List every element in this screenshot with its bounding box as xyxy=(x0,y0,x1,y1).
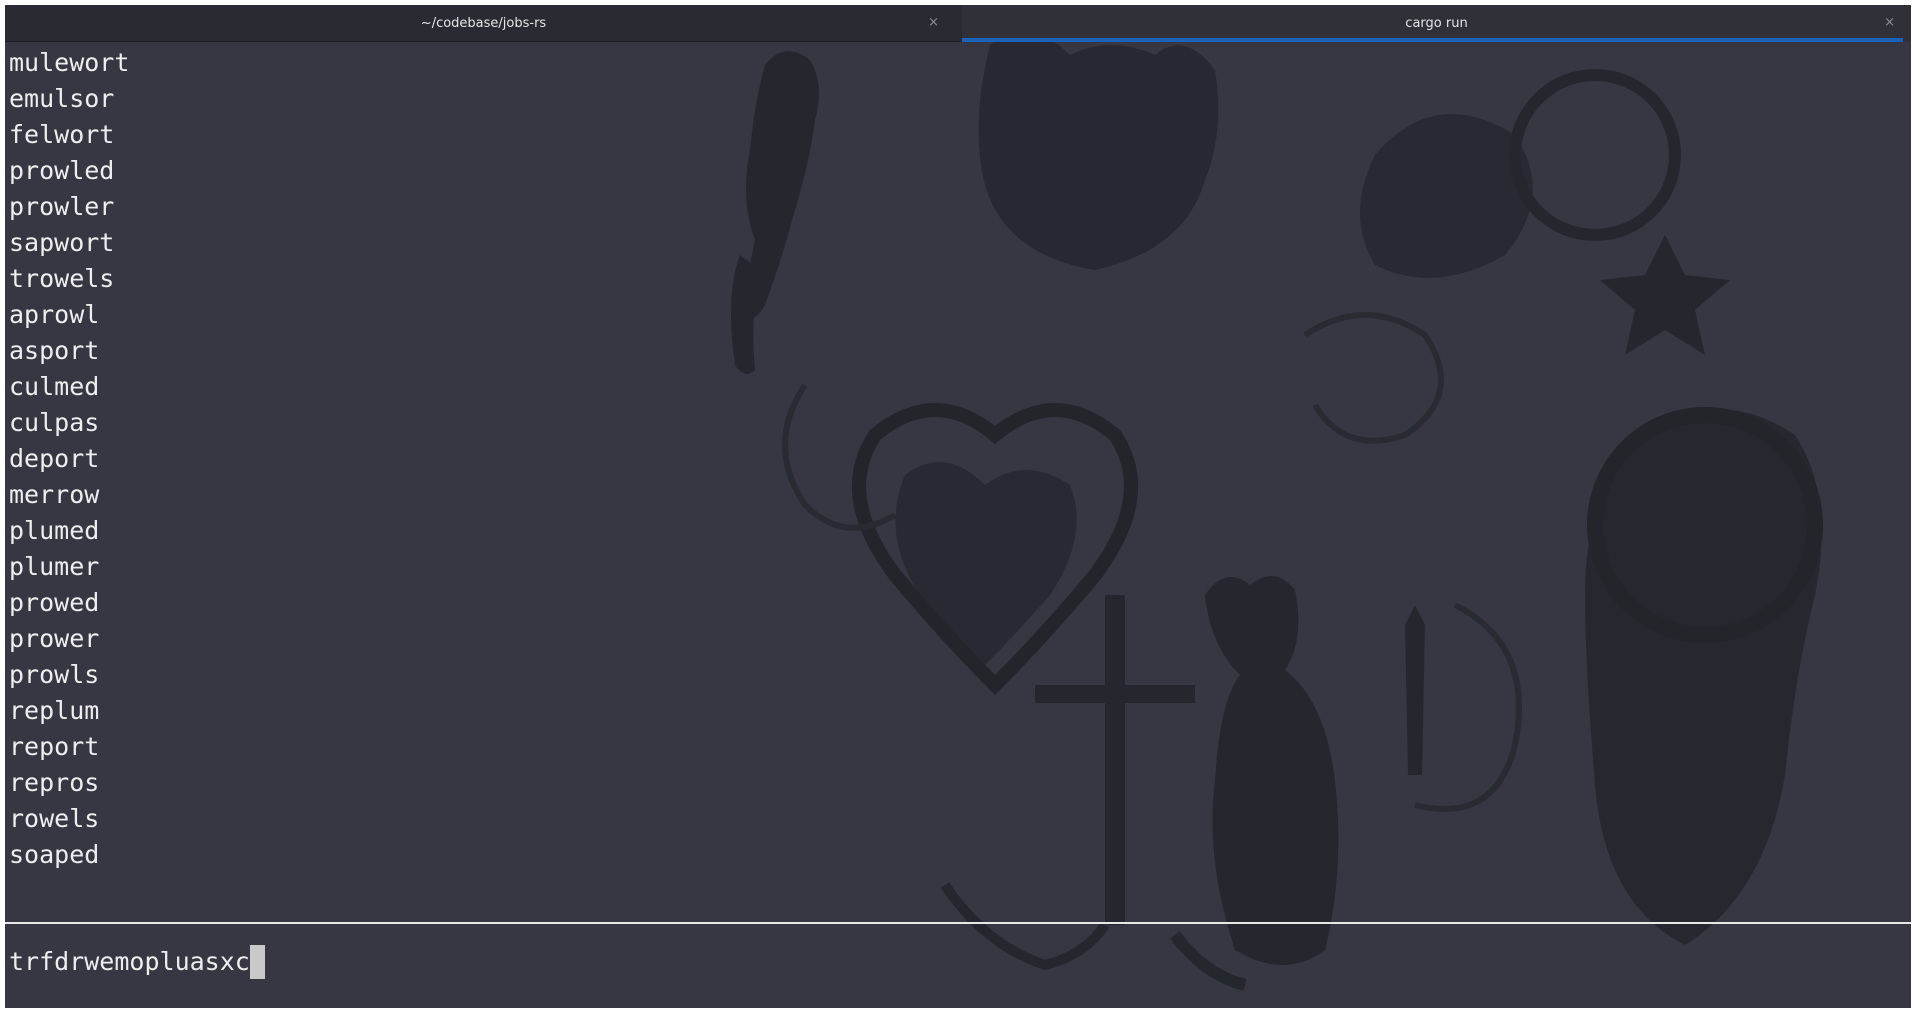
tab-bar: ~/codebase/jobs-rs × cargo run × xyxy=(5,5,1911,42)
output-line: felwort xyxy=(9,120,115,149)
close-icon[interactable]: × xyxy=(1884,15,1895,31)
output-line: rowels xyxy=(9,804,100,833)
output-line: prowls xyxy=(9,660,100,689)
tab-codebase-jobs-rs[interactable]: ~/codebase/jobs-rs × xyxy=(5,5,962,42)
output-line: deport xyxy=(9,444,100,473)
output-line: asport xyxy=(9,336,100,365)
output-line: prowler xyxy=(9,192,115,221)
output-line: repros xyxy=(9,768,100,797)
output-line: merrow xyxy=(9,480,100,509)
tab-title: ~/codebase/jobs-rs xyxy=(420,15,547,31)
output-line: report xyxy=(9,732,100,761)
terminal-input[interactable]: trfdrwemopluasxc xyxy=(9,944,265,980)
output-line: culpas xyxy=(9,408,100,437)
output-line: soaped xyxy=(9,840,100,869)
input-text[interactable]: trfdrwemopluasxc xyxy=(9,944,250,980)
tab-cargo-run[interactable]: cargo run × xyxy=(962,5,1911,42)
output-line: aprowl xyxy=(9,300,100,329)
output-line: plumed xyxy=(9,516,100,545)
output-line: emulsor xyxy=(9,84,115,113)
output-line: culmed xyxy=(9,372,100,401)
output-line: plumer xyxy=(9,552,100,581)
terminal-window: ~/codebase/jobs-rs × cargo run × mulewor… xyxy=(3,3,1913,1010)
close-icon[interactable]: × xyxy=(928,15,939,31)
text-cursor xyxy=(249,945,265,979)
output-line: trowels xyxy=(9,264,115,293)
tab-title: cargo run xyxy=(1405,16,1468,31)
output-line: mulewort xyxy=(9,48,130,77)
terminal-output: mulewort emulsor felwort prowled prowler… xyxy=(9,45,909,873)
output-line: sapwort xyxy=(9,228,115,257)
pane-divider xyxy=(5,922,1911,924)
output-line: prowed xyxy=(9,588,100,617)
output-line: replum xyxy=(9,696,100,725)
output-line: prower xyxy=(9,624,100,653)
output-line: prowled xyxy=(9,156,115,185)
